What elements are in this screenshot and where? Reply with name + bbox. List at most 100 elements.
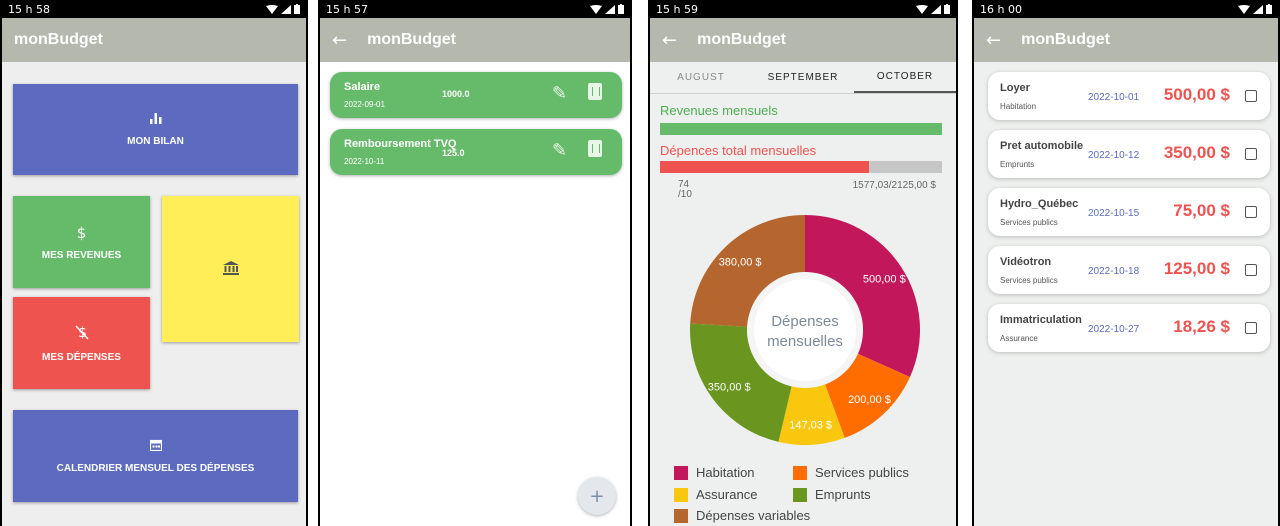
calendar-tile[interactable]: CALENDRIER MENSUEL DES DÉPENSES [13, 410, 298, 502]
percent-sub: /10 [678, 189, 692, 200]
delete-icon[interactable] [588, 140, 602, 157]
app-title: monBudget [367, 31, 456, 48]
status-time: 16 h 00 [980, 2, 1022, 16]
revenue-name: Remboursement TVQ [344, 138, 457, 150]
legend-item-assurance: Assurance [674, 487, 757, 502]
expense-name: Loyer [1000, 82, 1030, 94]
mes-revenues-tile[interactable]: $ MES REVENUES [13, 196, 150, 288]
revenues-bar-fill [660, 123, 942, 135]
expense-card[interactable]: Hydro_Québec Services publics 2022-10-15… [988, 188, 1270, 236]
delete-icon[interactable] [588, 83, 602, 100]
expense-date: 2022-10-15 [1088, 208, 1140, 219]
battery-icon [1266, 4, 1272, 14]
revenue-date: 2022-09-01 [344, 100, 385, 109]
status-bar: 15 h 58 [2, 0, 306, 18]
legend-swatch [674, 508, 688, 523]
screen-depenses: 16 h 00 ← monBudget Loyer Habitation 202… [972, 0, 1280, 526]
tab-august[interactable]: AUGUST [650, 62, 752, 93]
legend-swatch [674, 487, 688, 502]
expense-category: Services publics [1000, 218, 1058, 227]
revenue-card[interactable]: Salaire 2022-09-01 1000.0 ✎ [330, 72, 622, 118]
mes-depenses-label: MES DÉPENSES [42, 351, 121, 363]
donut-slice-label-4: 380,00 $ [719, 256, 762, 268]
tab-september[interactable]: SEPTEMBER [752, 62, 854, 93]
expense-checkbox[interactable] [1245, 148, 1257, 160]
depenses-bar-fill [660, 161, 870, 173]
app-bar: ← monBudget [320, 18, 630, 62]
expense-card[interactable]: Immatriculation Assurance 2022-10-27 18,… [988, 304, 1270, 352]
expense-name: Vidéotron [1000, 256, 1052, 268]
back-arrow-icon[interactable]: ← [986, 30, 1001, 51]
expense-category: Habitation [1000, 102, 1037, 111]
status-time: 15 h 59 [656, 2, 698, 16]
expense-checkbox[interactable] [1245, 206, 1257, 218]
donut-center-label: Dépenses [771, 313, 839, 330]
legend-label: Services publics [815, 465, 909, 480]
donut-slice-label-0: 500,00 $ [863, 274, 906, 286]
legend-item-services-publics: Services publics [793, 465, 909, 480]
dollar-icon: $ [76, 223, 87, 242]
expense-amount: 500,00 $ [1163, 85, 1230, 104]
expense-name: Hydro_Québec [1000, 198, 1079, 210]
revenue-card[interactable]: Remboursement TVQ 2022-10-11 125.0 ✎ [330, 129, 622, 175]
app-title: monBudget [697, 31, 786, 48]
bank-tile[interactable] [162, 196, 299, 342]
expense-amount: 18,26 $ [1173, 317, 1230, 336]
revenue-amount: 1000.0 [442, 89, 470, 99]
status-time: 15 h 57 [326, 2, 368, 16]
expense-checkbox[interactable] [1245, 90, 1257, 102]
expense-card[interactable]: Pret automobile Emprunts 2022-10-12 350,… [988, 130, 1270, 178]
month-tabs: AUGUST SEPTEMBER OCTOBER [650, 62, 956, 94]
battery-icon [944, 4, 950, 14]
expense-checkbox[interactable] [1245, 264, 1257, 276]
mon-bilan-tile[interactable]: MON BILAN [13, 84, 298, 175]
app-title: monBudget [14, 31, 103, 48]
expense-date: 2022-10-12 [1088, 150, 1140, 161]
expense-category: Services publics [1000, 276, 1058, 285]
battery-icon [294, 4, 300, 14]
calendar-label: CALENDRIER MENSUEL DES DÉPENSES [56, 462, 255, 474]
expense-checkbox[interactable] [1245, 322, 1257, 334]
expense-card[interactable]: Loyer Habitation 2022-10-01 500,00 $ [988, 72, 1270, 120]
legend-item-habitation: Habitation [674, 465, 755, 480]
legend-swatch [674, 465, 688, 480]
legend-swatch [793, 465, 807, 480]
mes-depenses-tile[interactable]: $ MES DÉPENSES [13, 297, 150, 389]
percent-label: 74 /10 [678, 180, 692, 200]
status-bar: 16 h 00 [974, 0, 1278, 18]
tab-october[interactable]: OCTOBER [854, 62, 956, 93]
legend-item-depenses-variables: Dépenses variables [674, 508, 810, 523]
mes-revenues-label: MES REVENUES [41, 249, 122, 261]
status-icons [1238, 4, 1272, 14]
expense-date: 2022-10-01 [1088, 92, 1140, 103]
money-off-icon: $ [74, 324, 89, 344]
revenue-amount: 125.0 [442, 148, 465, 158]
donut-center-label: mensuelles [767, 333, 843, 350]
status-time: 15 h 58 [8, 2, 50, 16]
status-bar: 15 h 59 [650, 0, 956, 18]
legend-swatch [793, 487, 807, 502]
edit-icon[interactable]: ✎ [552, 140, 567, 161]
back-arrow-icon[interactable]: ← [332, 30, 347, 51]
add-revenue-button[interactable]: + [578, 477, 616, 515]
screen-home: 15 h 58 monBudget MON BILAN $ MES REVENU… [0, 0, 308, 526]
expense-category: Emprunts [1000, 160, 1035, 169]
status-icons [590, 4, 624, 14]
depenses-bar [660, 161, 942, 173]
expense-amount: 350,00 $ [1163, 143, 1230, 162]
donut-slice-label-3: 350,00 $ [708, 381, 751, 393]
revenue-name: Salaire [344, 81, 381, 93]
expense-card[interactable]: Vidéotron Services publics 2022-10-18 12… [988, 246, 1270, 294]
battery-icon [618, 4, 624, 14]
signal-icon [605, 4, 615, 14]
legend-item-emprunts: Emprunts [793, 487, 871, 502]
mon-bilan-label: MON BILAN [127, 136, 184, 147]
edit-icon[interactable]: ✎ [552, 83, 567, 104]
wifi-icon [590, 4, 602, 14]
revenue-date: 2022-10-11 [344, 157, 385, 166]
status-icons [266, 4, 300, 14]
app-bar: ← monBudget [974, 18, 1278, 62]
back-arrow-icon[interactable]: ← [662, 30, 677, 51]
expense-date: 2022-10-18 [1088, 266, 1140, 277]
bank-icon [222, 260, 239, 278]
